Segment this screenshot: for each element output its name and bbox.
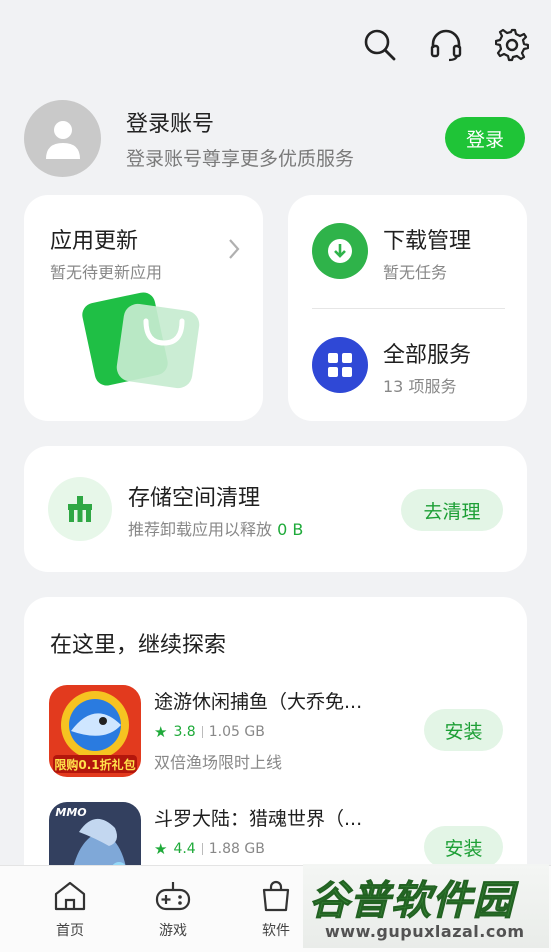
app-update-card[interactable]: 应用更新 暂无待更新应用 bbox=[24, 195, 263, 421]
avatar[interactable] bbox=[24, 100, 101, 177]
star-icon: ★ bbox=[154, 723, 168, 741]
storage-subtitle: 推荐卸载应用以释放 0 B bbox=[128, 520, 304, 539]
app-badge-text: MMO bbox=[55, 806, 86, 819]
app-badge-text: 限购0.1折礼包 bbox=[54, 757, 135, 772]
broom-icon bbox=[48, 477, 112, 541]
headset-icon[interactable] bbox=[429, 28, 463, 62]
chevron-right-icon bbox=[227, 237, 241, 265]
app-meta: ★ 4.4 1.88 GB bbox=[154, 840, 265, 858]
bag-icon bbox=[262, 880, 290, 912]
tab-home[interactable]: 首页 bbox=[40, 880, 100, 940]
app-desc: 双倍渔场限时上线 bbox=[154, 753, 283, 772]
account-section[interactable]: 登录账号 登录账号尊享更多优质服务 登录 bbox=[24, 100, 527, 178]
tab-label: 游戏 bbox=[159, 923, 187, 939]
tab-label: 首页 bbox=[56, 923, 84, 939]
update-title: 应用更新 bbox=[50, 229, 139, 254]
gamepad-icon bbox=[155, 882, 191, 911]
services-card: 下载管理 暂无任务 全部服务 13 项服务 bbox=[288, 195, 527, 421]
download-icon bbox=[312, 223, 368, 279]
app-store-illustration bbox=[80, 291, 210, 391]
account-title: 登录账号 bbox=[126, 112, 215, 137]
gear-icon[interactable] bbox=[495, 28, 529, 62]
all-services-title: 全部服务 bbox=[383, 343, 472, 368]
star-icon: ★ bbox=[154, 840, 168, 858]
all-services-subtitle: 13 项服务 bbox=[383, 377, 457, 396]
top-toolbar bbox=[363, 28, 529, 62]
search-icon[interactable] bbox=[363, 28, 397, 62]
app-name: 斗罗大陆：猎魂世界（... bbox=[154, 808, 363, 830]
list-item[interactable]: 限购0.1折礼包 途游休闲捕鱼（大乔免... ★ 3.8 1.05 GB 双倍渔… bbox=[49, 685, 503, 777]
install-button[interactable]: 安装 bbox=[424, 709, 503, 751]
app-rating: 3.8 bbox=[173, 724, 196, 740]
tab-games[interactable]: 游戏 bbox=[143, 880, 203, 940]
meta-divider bbox=[201, 843, 203, 855]
account-subtitle: 登录账号尊享更多优质服务 bbox=[126, 148, 355, 170]
app-size: 1.88 GB bbox=[208, 841, 265, 857]
clean-button[interactable]: 去清理 bbox=[401, 489, 503, 531]
app-meta: ★ 3.8 1.05 GB bbox=[154, 723, 265, 741]
watermark: 谷普软件园 www.gupuxlazal.com bbox=[303, 864, 549, 948]
app-icon-fishing: 限购0.1折礼包 bbox=[49, 685, 141, 777]
meta-divider bbox=[201, 726, 203, 738]
app-size: 1.05 GB bbox=[208, 724, 265, 740]
login-button[interactable]: 登录 bbox=[445, 117, 525, 159]
storage-clean-card[interactable]: 存储空间清理 推荐卸载应用以释放 0 B 去清理 bbox=[24, 446, 527, 572]
tab-label: 软件 bbox=[262, 923, 290, 939]
update-subtitle: 暂无待更新应用 bbox=[50, 263, 163, 282]
storage-title: 存储空间清理 bbox=[128, 486, 261, 511]
tab-software[interactable]: 软件 bbox=[246, 880, 306, 940]
grid-icon bbox=[312, 337, 368, 393]
divider bbox=[312, 308, 505, 309]
all-services-row[interactable]: 全部服务 13 项服务 bbox=[312, 337, 507, 396]
app-name: 途游休闲捕鱼（大乔免... bbox=[154, 691, 363, 713]
install-button[interactable]: 安装 bbox=[424, 826, 503, 868]
watermark-url: www.gupuxlazal.com bbox=[325, 922, 525, 941]
app-rating: 4.4 bbox=[173, 841, 196, 857]
home-icon bbox=[54, 881, 86, 911]
download-title: 下载管理 bbox=[383, 229, 472, 254]
download-subtitle: 暂无任务 bbox=[383, 263, 448, 282]
watermark-title: 谷普软件园 bbox=[309, 878, 514, 925]
explore-heading: 在这里，继续探索 bbox=[50, 633, 227, 658]
download-manager-row[interactable]: 下载管理 暂无任务 bbox=[312, 223, 507, 282]
storage-value: 0 B bbox=[277, 520, 304, 539]
